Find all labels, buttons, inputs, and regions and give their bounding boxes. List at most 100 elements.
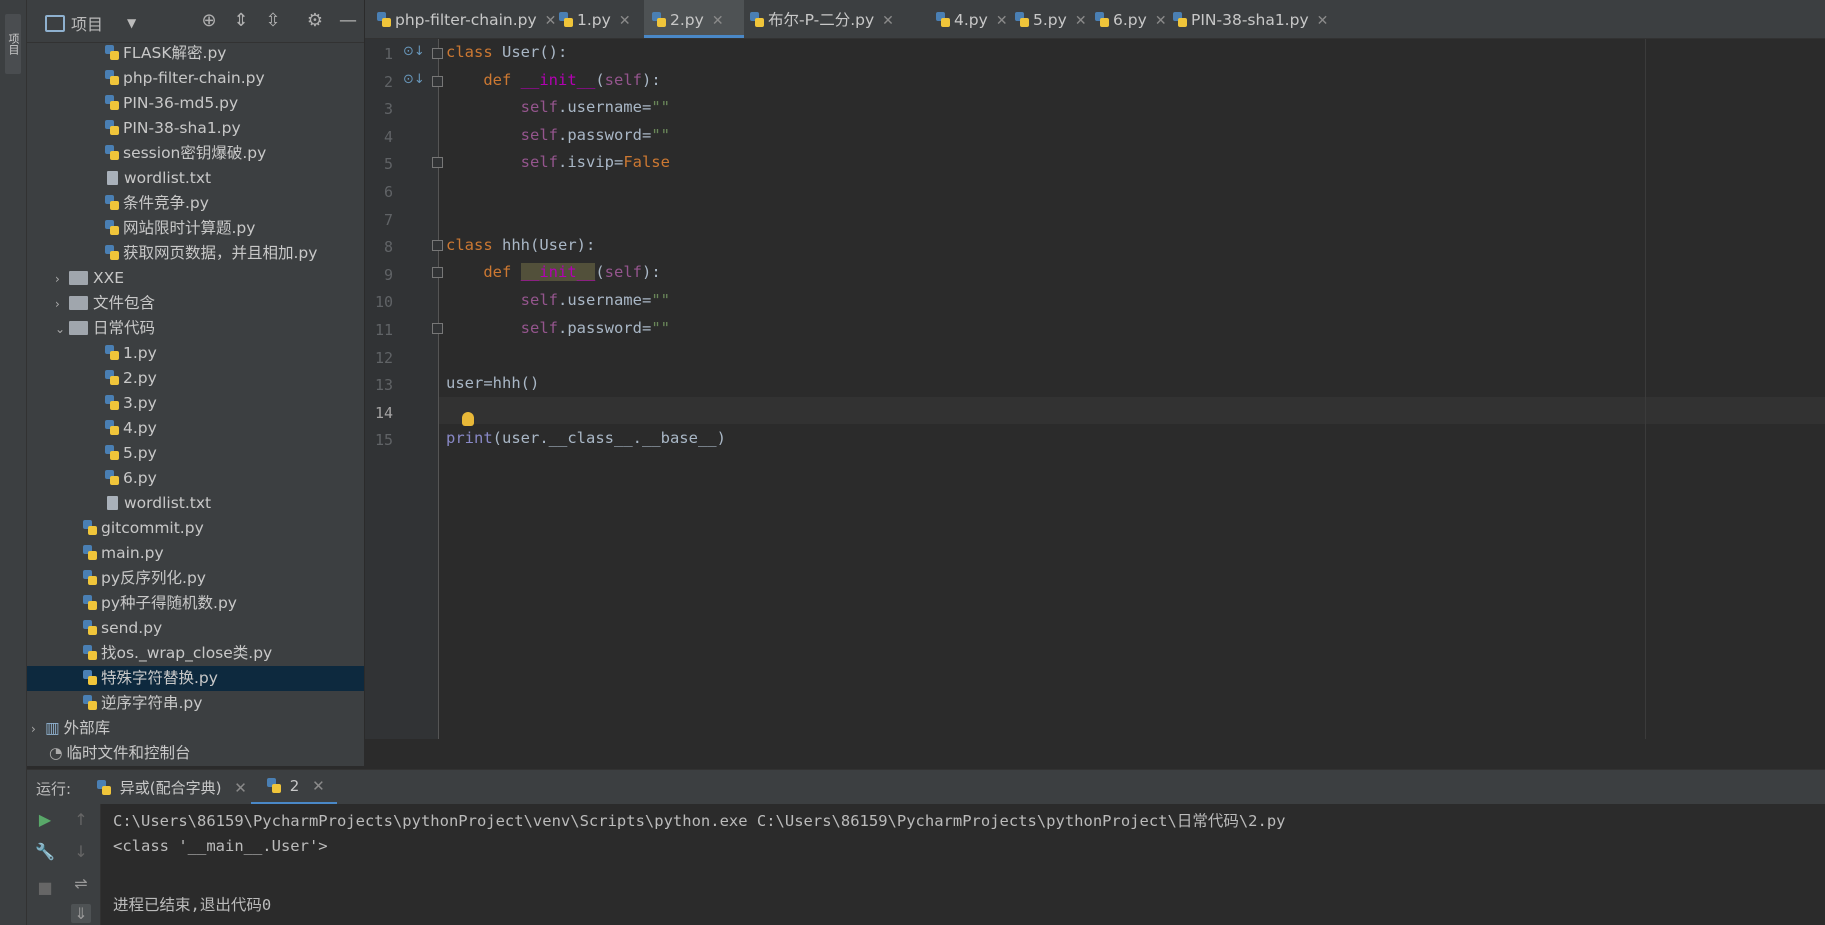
close-icon[interactable]: ✕ (712, 13, 724, 29)
fold-icon[interactable] (432, 267, 443, 278)
minimize-icon[interactable]: — (337, 10, 359, 32)
code-editor[interactable]: 1 2 3 4 5 6 7 8 9 10 11 12 13 14 15 ⊙↓ ⊙↓ class User()… (365, 39, 1825, 739)
tree-item[interactable]: 4.py (27, 416, 364, 441)
tree-item[interactable]: ◔ 临时文件和控制台 (27, 741, 364, 766)
project-panel: 项目 ▼ ⊕ ⇕ ⇳ ⚙ — FLASK解密.py php-filter-chai… (27, 0, 364, 766)
wrench-icon[interactable]: 🔧 (35, 842, 55, 861)
override-marker-icon[interactable]: ⊙↓ (403, 44, 425, 59)
code-line: self.username="" (520, 291, 670, 309)
project-panel-title: 项目 (71, 15, 104, 34)
python-file-icon (267, 778, 282, 793)
fold-icon[interactable] (432, 48, 443, 59)
tree-item[interactable]: wordlist.txt (27, 491, 364, 516)
close-icon[interactable]: ✕ (1317, 13, 1329, 29)
python-file-icon (83, 595, 98, 610)
run-tab[interactable]: 异或(配合字典) ✕ (97, 777, 247, 798)
project-view-selector[interactable]: 项目 ▼ (45, 11, 136, 35)
chevron-right-icon[interactable]: › (31, 717, 45, 742)
line-number: 10 (374, 293, 393, 312)
tree-item[interactable]: PIN-38-sha1.py (27, 116, 364, 141)
tree-item[interactable]: 5.py (27, 441, 364, 466)
close-icon[interactable]: ✕ (1075, 13, 1087, 29)
current-line-highlight (439, 397, 1825, 424)
scroll-to-end-icon[interactable]: ⇓ (71, 904, 91, 923)
fold-icon[interactable] (432, 157, 443, 168)
fold-icon[interactable] (432, 323, 443, 334)
override-marker-icon[interactable]: ⊙↓ (403, 72, 425, 87)
expand-all-icon[interactable]: ⇕ (230, 10, 252, 32)
tab-布尔-P-二分.py[interactable]: 布尔-P-二分.py ✕ (742, 0, 930, 38)
tree-item[interactable]: py反序列化.py (27, 566, 364, 591)
tab-2.py[interactable]: 2.py ✕ (644, 0, 744, 38)
run-icon[interactable]: ▶ (35, 810, 55, 829)
arrow-up-icon[interactable]: ↑ (71, 810, 91, 829)
locate-icon[interactable]: ⊕ (198, 10, 220, 32)
tree-item[interactable]: php-filter-chain.py (27, 66, 364, 91)
tree-item-label: FLASK解密.py (123, 44, 227, 62)
tree-item-label: 3.py (123, 394, 157, 412)
folder-icon (69, 271, 88, 285)
soft-wrap-icon[interactable]: ⇌ (71, 874, 91, 893)
tree-item-selected[interactable]: 特殊字符替换.py (27, 666, 364, 691)
tree-item[interactable]: gitcommit.py (27, 516, 364, 541)
tab-PIN-38-sha1.py[interactable]: PIN-38-sha1.py ✕ (1165, 0, 1328, 38)
tree-item-label: send.py (101, 619, 163, 637)
tree-item[interactable]: 3.py (27, 391, 364, 416)
tree-item[interactable]: FLASK解密.py (27, 41, 364, 66)
tree-item[interactable]: py种子得随机数.py (27, 591, 364, 616)
tree-item[interactable]: 网站限时计算题.py (27, 216, 364, 241)
stop-icon[interactable]: ■ (35, 878, 55, 897)
tab-6.py[interactable]: 6.py ✕ (1087, 0, 1167, 38)
tree-item[interactable]: wordlist.txt (27, 166, 364, 191)
arrow-down-icon[interactable]: ↓ (71, 842, 91, 861)
close-icon[interactable]: ✕ (996, 13, 1008, 29)
tree-item-label: 条件竞争.py (123, 194, 209, 212)
code-line: print(user.__class__.__base__) (446, 429, 726, 447)
scratch-icon: ◔ (49, 744, 63, 762)
tree-item-label: PIN-36-md5.py (123, 94, 239, 112)
tab-1.py[interactable]: 1.py ✕ (551, 0, 647, 38)
line-number: 8 (383, 238, 393, 257)
tree-item[interactable]: 2.py (27, 366, 364, 391)
tree-item[interactable]: main.py (27, 541, 364, 566)
tree-item-label: php-filter-chain.py (123, 69, 265, 87)
run-console[interactable]: C:\Users\86159\PycharmProjects\pythonPro… (101, 804, 1825, 925)
lightbulb-icon[interactable] (462, 412, 474, 426)
tree-item[interactable]: 逆序字符串.py (27, 691, 364, 716)
project-tool-button[interactable]: 项目 (5, 14, 21, 74)
tree-item[interactable]: › 文件包含 (27, 291, 364, 316)
tab-5.py[interactable]: 5.py ✕ (1007, 0, 1087, 38)
tree-item[interactable]: 1.py (27, 341, 364, 366)
tree-item[interactable]: PIN-36-md5.py (27, 91, 364, 116)
collapse-all-icon[interactable]: ⇳ (262, 10, 284, 32)
tree-item[interactable]: 6.py (27, 466, 364, 491)
run-tab[interactable]: 2 ✕ (251, 777, 337, 805)
chevron-down-icon[interactable]: ⌄ (55, 317, 69, 342)
close-icon[interactable]: ✕ (312, 777, 325, 795)
tree-item[interactable]: 条件竞争.py (27, 191, 364, 216)
code-line: self.username="" (520, 98, 670, 116)
text-file-icon (107, 171, 118, 185)
close-icon[interactable]: ✕ (234, 779, 247, 797)
tree-item[interactable]: 找os._wrap_close类.py (27, 641, 364, 666)
tab-php-filter-chain.py[interactable]: php-filter-chain.py ✕ (369, 0, 556, 38)
chevron-right-icon[interactable]: › (55, 292, 69, 317)
tab-4.py[interactable]: 4.py ✕ (928, 0, 1008, 38)
tree-item[interactable]: 获取网页数据，并且相加.py (27, 241, 364, 266)
tab-label: 5.py (1033, 11, 1067, 29)
tree-item[interactable]: ⌄ 日常代码 (27, 316, 364, 341)
tree-item[interactable]: › XXE (27, 266, 364, 291)
tree-item[interactable]: › ▥ 外部库 (27, 716, 364, 741)
code-line: class hhh(User): (446, 236, 596, 254)
tree-item[interactable]: session密钥爆破.py (27, 141, 364, 166)
close-icon[interactable]: ✕ (619, 13, 631, 29)
close-icon[interactable]: ✕ (882, 13, 894, 29)
fold-icon[interactable] (432, 240, 443, 251)
tree-item[interactable]: send.py (27, 616, 364, 641)
python-file-icon (105, 445, 120, 460)
python-file-icon (105, 70, 120, 85)
gear-icon[interactable]: ⚙ (304, 10, 326, 32)
fold-icon[interactable] (432, 76, 443, 87)
chevron-right-icon[interactable]: › (55, 267, 69, 292)
python-file-icon (652, 12, 667, 27)
